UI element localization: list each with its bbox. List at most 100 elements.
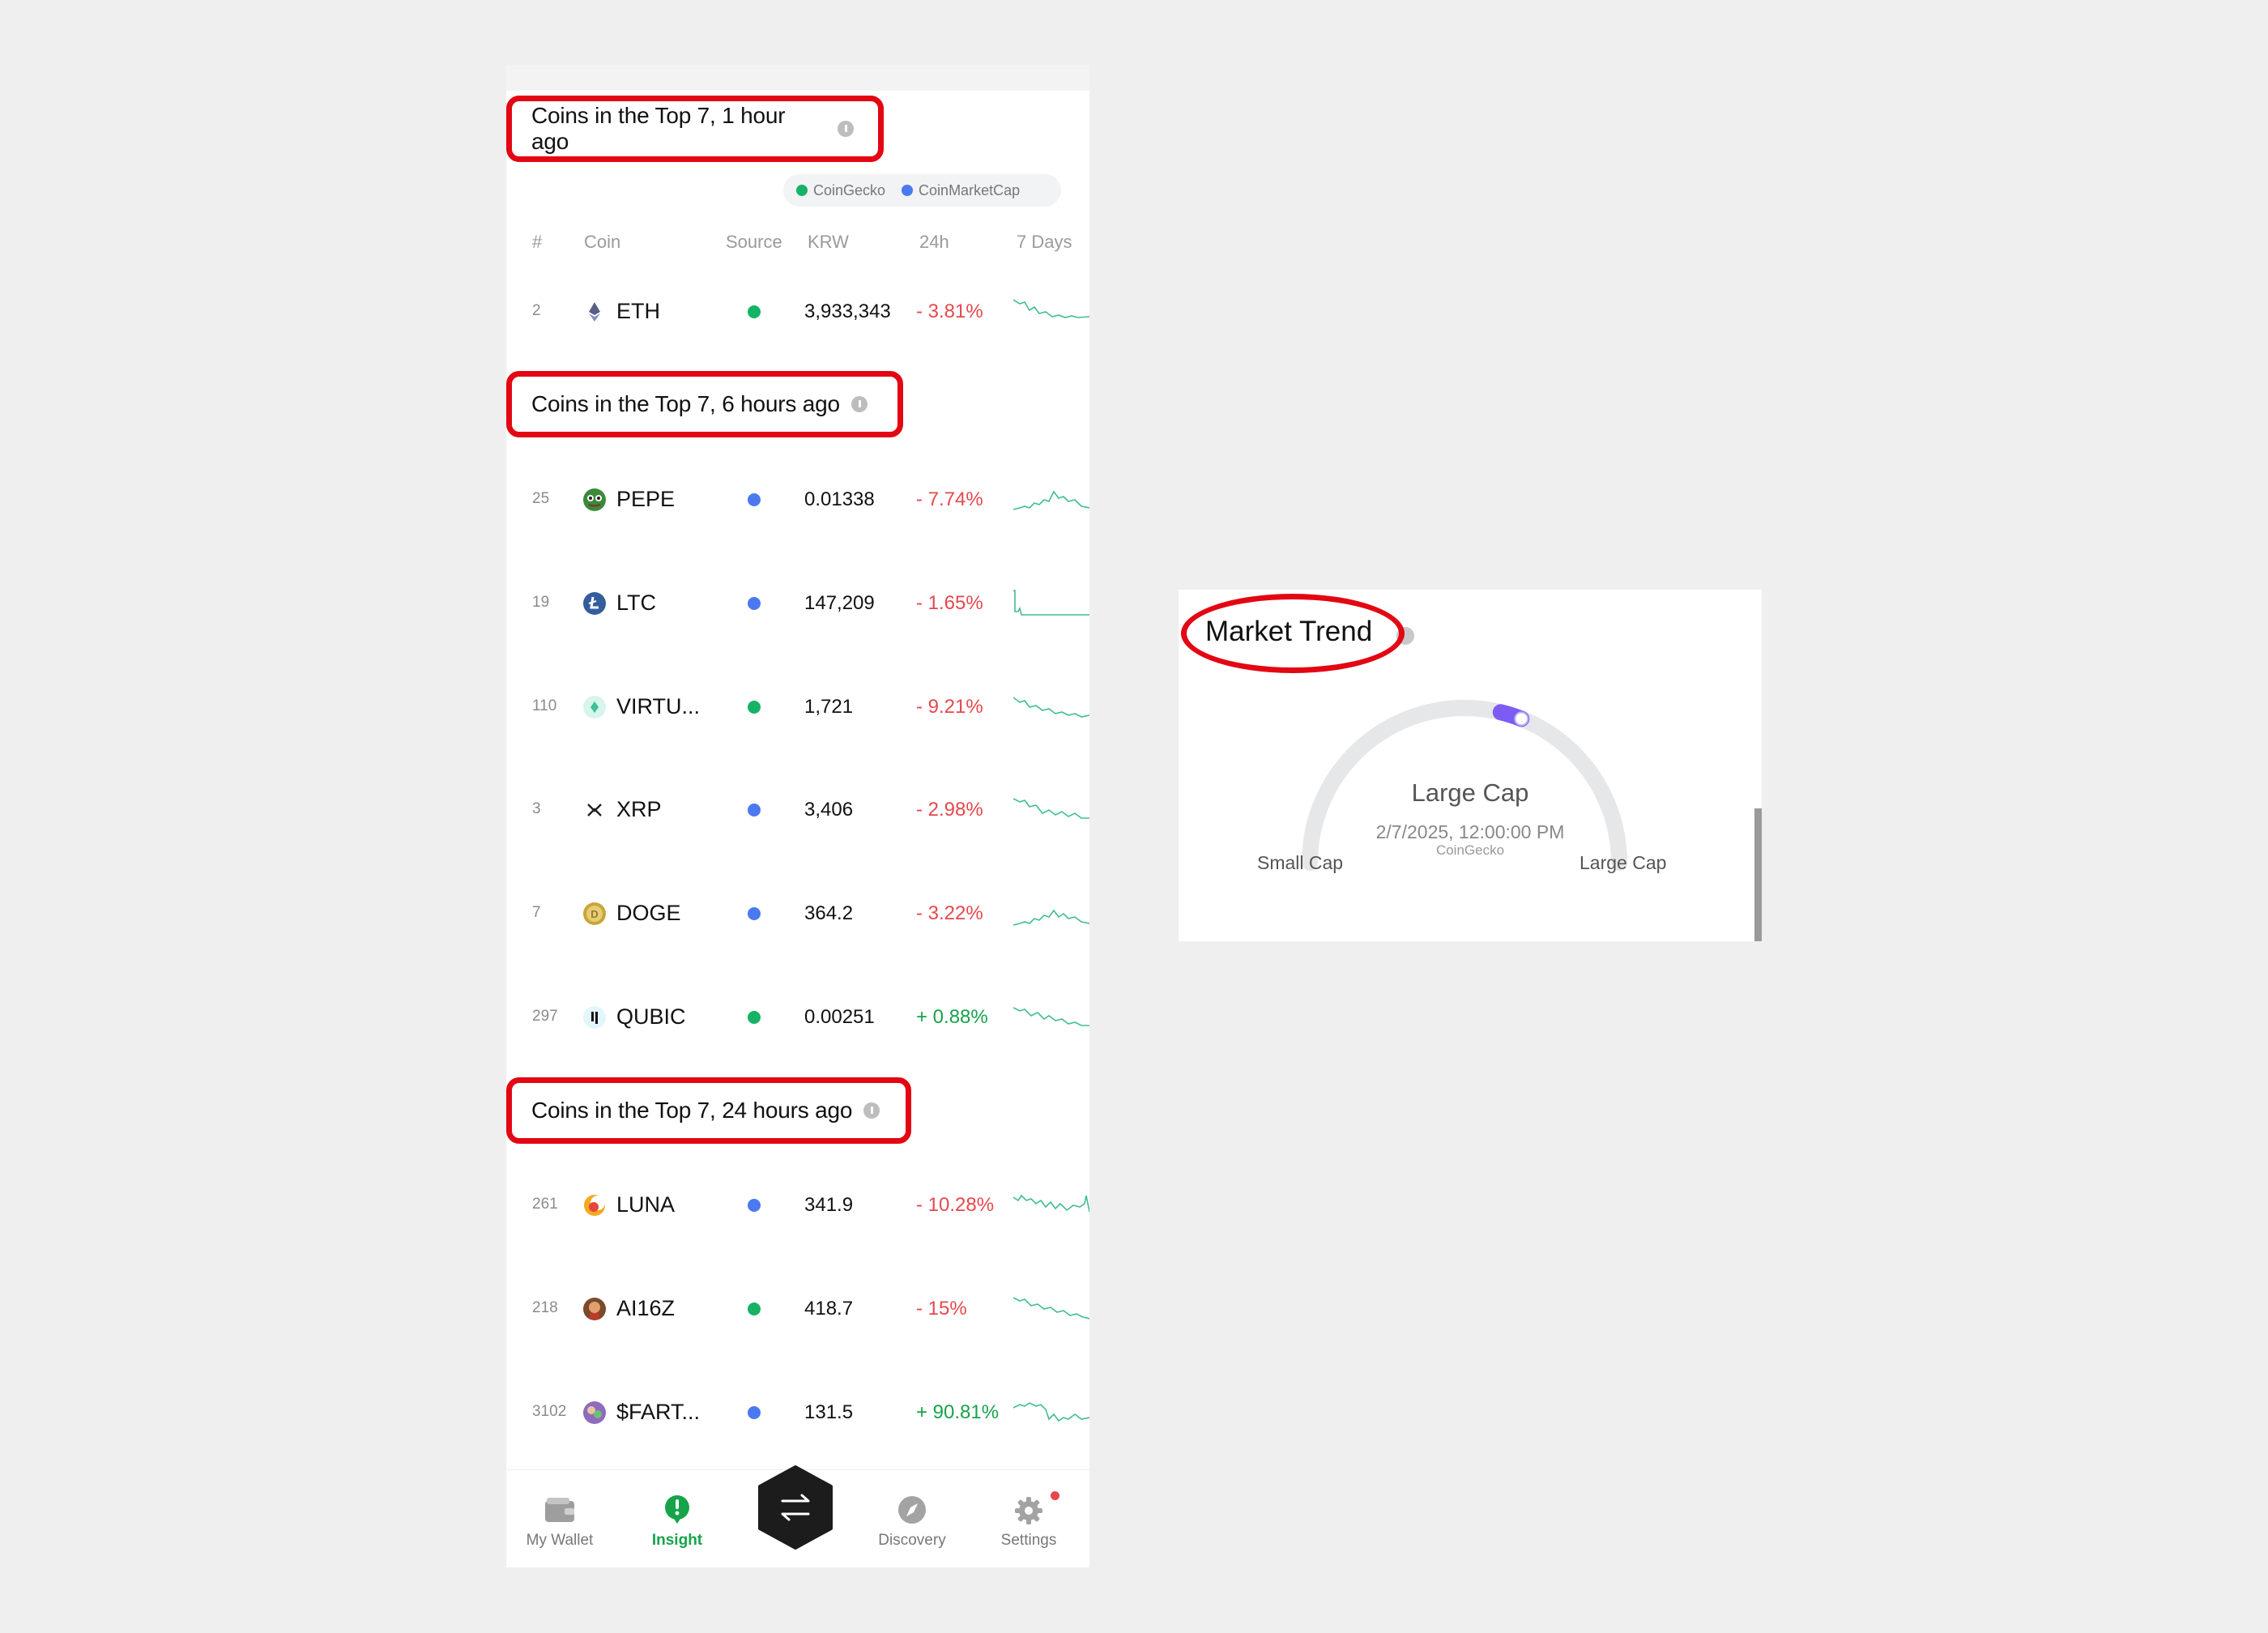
coin-change-24h: + 0.88% <box>916 1006 988 1028</box>
swap-button[interactable] <box>758 1465 833 1550</box>
gauge-right-label: Large Cap <box>1580 852 1667 873</box>
section-title-6h: Coins in the Top 7, 6 hours ago <box>506 371 903 437</box>
coin-change-24h: - 3.22% <box>916 902 983 924</box>
header-spark: 7 Days <box>1017 232 1072 252</box>
pepe-icon <box>582 488 607 512</box>
source-dot-icon <box>748 1406 761 1419</box>
coin-rank: 110 <box>532 697 557 714</box>
ai16z-icon <box>582 1297 607 1321</box>
sparkline-7d <box>1013 299 1089 318</box>
coin-symbol: QUBIC <box>616 1004 686 1029</box>
section-title-text: Coins in the Top 7, 1 hour ago <box>531 103 786 154</box>
coin-row[interactable]: 110 VIRTU... 1,721 - 9.21% <box>506 675 1089 740</box>
coin-change-24h: - 1.65% <box>916 592 983 614</box>
coinmarketcap-dot-icon <box>902 185 914 196</box>
coin-price: 0.00251 <box>804 1006 875 1028</box>
wallet-icon <box>545 1498 574 1522</box>
coin-price: 147,209 <box>804 592 875 614</box>
sparkline-7d <box>1013 1297 1089 1320</box>
coin-row[interactable]: 7 D DOGE 364.2 - 3.22% <box>506 881 1089 946</box>
section-title-24h: Coins in the Top 7, 24 hours ago <box>506 1077 911 1144</box>
insight-icon <box>665 1495 689 1524</box>
coin-change-24h: - 7.74% <box>916 488 983 510</box>
top-bar <box>506 65 1089 91</box>
source-dot-icon <box>748 804 761 816</box>
coin-rank: 3102 <box>532 1403 567 1420</box>
coin-row[interactable]: 2 ETH 3,933,343 - 3.81% <box>506 279 1089 344</box>
section-title-text: Coins in the Top 7, 6 hours ago <box>531 391 840 416</box>
coin-symbol: DOGE <box>616 901 681 925</box>
info-icon[interactable] <box>838 121 854 137</box>
coin-rank: 297 <box>532 1008 558 1025</box>
compass-icon <box>898 1496 926 1524</box>
coin-change-24h: - 15% <box>916 1298 967 1320</box>
info-icon[interactable] <box>863 1102 880 1119</box>
ltc-icon <box>582 591 607 616</box>
market-trend-value: Large Cap <box>1411 778 1529 807</box>
header-change: 24h <box>919 232 949 252</box>
sparkline-7d <box>1013 1194 1089 1213</box>
source-legend: CoinGecko CoinMarketCap <box>783 174 1061 207</box>
coin-row[interactable]: 297 QUBIC 0.00251 + 0.88% <box>506 985 1089 1050</box>
coin-price: 131.5 <box>804 1401 854 1423</box>
coin-rank: 7 <box>532 904 541 921</box>
section-title-1h: Coins in the Top 7, 1 hour ago <box>506 96 884 162</box>
source-dot-icon <box>748 701 761 714</box>
coin-change-24h: - 2.98% <box>916 799 983 821</box>
coingecko-dot-icon <box>796 185 808 196</box>
scrollbar[interactable] <box>1754 808 1762 941</box>
nav-label: Discovery <box>878 1532 946 1549</box>
highlight-oval <box>1181 594 1405 673</box>
sparkline-7d <box>1013 490 1089 510</box>
sparkline-7d <box>1013 798 1089 819</box>
notification-badge <box>1051 1491 1059 1500</box>
source-dot-icon <box>748 597 761 610</box>
xrp-icon <box>582 798 607 822</box>
coin-price: 341.9 <box>804 1194 854 1216</box>
bottom-nav: My Wallet Insight Discovery Settings <box>506 1465 1089 1567</box>
coin-rank: 3 <box>532 800 541 817</box>
source-dot-icon <box>748 305 761 318</box>
gear-icon <box>1015 1497 1042 1524</box>
coin-price: 3,933,343 <box>804 301 891 322</box>
coin-row[interactable]: 3 XRP 3,406 - 2.98% <box>506 778 1089 842</box>
legend-coinmarketcap: CoinMarketCap <box>919 181 1021 198</box>
coin-row[interactable]: 19 LTC 147,209 - 1.65% <box>506 571 1089 636</box>
coin-row[interactable]: 25 PEPE 0.01338 - 7.74% <box>506 467 1089 532</box>
coin-row[interactable]: 218 AI16Z 418.7 - 15% <box>506 1277 1089 1341</box>
coin-symbol: $FART... <box>616 1400 701 1424</box>
nav-label: Settings <box>1000 1532 1057 1549</box>
gauge-left-label: Small Cap <box>1257 852 1344 873</box>
coin-rank: 25 <box>532 490 550 507</box>
sparkline-7d <box>1013 909 1089 926</box>
sparkline-7d <box>1013 697 1089 718</box>
coin-price: 418.7 <box>804 1298 854 1320</box>
market-trend-timestamp: 2/7/2025, 12:00:00 PM <box>1375 821 1565 842</box>
sparkline-7d <box>1013 1007 1089 1026</box>
coin-price: 364.2 <box>804 902 854 924</box>
header-price: KRW <box>808 232 849 252</box>
insight-screen: Coins in the Top 7, 1 hour ago CoinGecko… <box>506 65 1089 1567</box>
coin-rank: 2 <box>532 302 541 319</box>
coin-price: 0.01338 <box>804 488 875 510</box>
coin-row[interactable]: 261 LUNA 341.9 - 10.28% <box>506 1173 1089 1238</box>
sparkline-7d <box>1013 1402 1089 1422</box>
luna-icon <box>582 1193 607 1217</box>
coin-change-24h: - 9.21% <box>916 696 983 718</box>
column-headers: # Coin Source KRW 24h 7 Days <box>506 227 1089 259</box>
doge-icon: D <box>582 902 607 926</box>
nav-label: Insight <box>651 1532 703 1549</box>
legend-coingecko: CoinGecko <box>813 181 886 198</box>
coin-price: 3,406 <box>804 799 854 821</box>
coin-rank: 261 <box>532 1196 558 1213</box>
header-source: Source <box>726 232 782 252</box>
section-title-text: Coins in the Top 7, 24 hours ago <box>531 1098 853 1123</box>
info-icon[interactable] <box>850 396 868 412</box>
coin-row[interactable]: 3102 $FART... 131.5 + 90.81% <box>506 1380 1089 1445</box>
header-coin: Coin <box>584 232 621 252</box>
eth-icon <box>582 300 607 324</box>
coin-symbol: LUNA <box>616 1192 676 1217</box>
gauge-knob <box>1514 711 1529 727</box>
coin-rank: 19 <box>532 594 550 611</box>
coin-symbol: VIRTU... <box>616 694 701 718</box>
